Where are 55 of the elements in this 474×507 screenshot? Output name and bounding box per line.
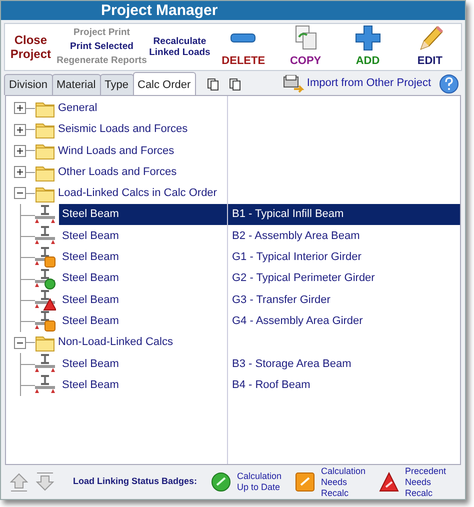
legend-label: Precedent Needs Recalc — [405, 466, 448, 499]
link-badge-icon — [211, 472, 231, 492]
expander-toggle[interactable] — [14, 187, 26, 200]
expander-toggle[interactable] — [14, 124, 26, 136]
toolbar-button[interactable]: DELETE — [212, 24, 274, 70]
legend-title: Load Linking Status Badges: — [72, 475, 197, 488]
folder-label[interactable]: Non-Load-Linked Calcs — [55, 332, 176, 353]
tab[interactable]: Type — [100, 74, 134, 95]
tree-item[interactable]: Steel Beam — [59, 247, 227, 268]
tab[interactable]: Division — [4, 74, 53, 95]
recalculate-button[interactable]: Recalculate Linked Loads — [147, 36, 212, 58]
move-up-icon — [9, 472, 29, 492]
description-cell-text: B2 - Assembly Area Beam — [231, 228, 361, 244]
folder-label[interactable]: Wind Loads and Forces — [55, 140, 178, 162]
description-cell-text: G1 - Typical Interior Girder — [231, 250, 362, 266]
description-cell-text: B3 - Storage Area Beam — [231, 356, 352, 372]
description-cell-text: B4 - Roof Beam — [231, 378, 312, 393]
expander-toggle[interactable] — [14, 102, 26, 114]
expander-toggle[interactable] — [14, 166, 26, 178]
collapse-all-icon — [228, 78, 241, 91]
description-cell-text: G2 - Typical Perimeter Girder — [231, 271, 376, 286]
import-link[interactable]: Import from Other Project — [306, 75, 431, 92]
window-title: Project Manager — [1, 1, 465, 20]
tab[interactable]: Calc Order — [132, 72, 196, 95]
tree-item[interactable]: Steel Beam — [59, 374, 227, 396]
tree-item[interactable]: Steel Beam — [59, 226, 227, 246]
folder-label[interactable]: Load-Linked Calcs in Calc Order — [55, 183, 220, 204]
description-cell: B1 - Typical Infill Beam — [228, 204, 460, 226]
move-down-icon — [35, 472, 55, 492]
plus-icon — [354, 24, 381, 51]
folder-label[interactable]: General — [55, 98, 100, 118]
legend-label: Calculation Up to Date — [237, 471, 281, 494]
expander-toggle[interactable] — [14, 144, 26, 157]
legend-label: Calculation Needs Recalc — [321, 466, 365, 499]
description-cell-text: G4 - Assembly Area Girder — [231, 314, 364, 329]
folder-label[interactable]: Seismic Loads and Forces — [55, 119, 191, 140]
folder-label[interactable]: Other Loads and Forces — [55, 162, 180, 182]
printer-icon — [282, 74, 304, 93]
warning-icon — [379, 472, 399, 492]
expand-all-icon — [206, 78, 219, 91]
tree-item[interactable]: Steel Beam — [59, 354, 227, 374]
link-badge-icon — [295, 472, 315, 492]
tree-item[interactable]: Steel Beam — [59, 268, 227, 289]
tree-item[interactable]: Steel Beam — [59, 204, 227, 225]
description-cell-text: G3 - Transfer Girder — [231, 292, 332, 308]
tree-item[interactable]: Steel Beam — [59, 310, 227, 332]
tab[interactable]: Material — [52, 74, 101, 95]
menu-item[interactable]: Print Selected — [70, 40, 134, 54]
toolbar-button[interactable]: COPY — [274, 24, 337, 70]
minus-icon — [230, 32, 256, 43]
toolbar-button[interactable]: EDIT — [398, 24, 462, 70]
toolbar-button[interactable]: ADD — [336, 24, 399, 70]
tree-item[interactable]: Steel Beam — [59, 290, 227, 310]
expander-toggle[interactable] — [14, 336, 26, 348]
close-project-button[interactable]: Close Project — [5, 32, 56, 61]
